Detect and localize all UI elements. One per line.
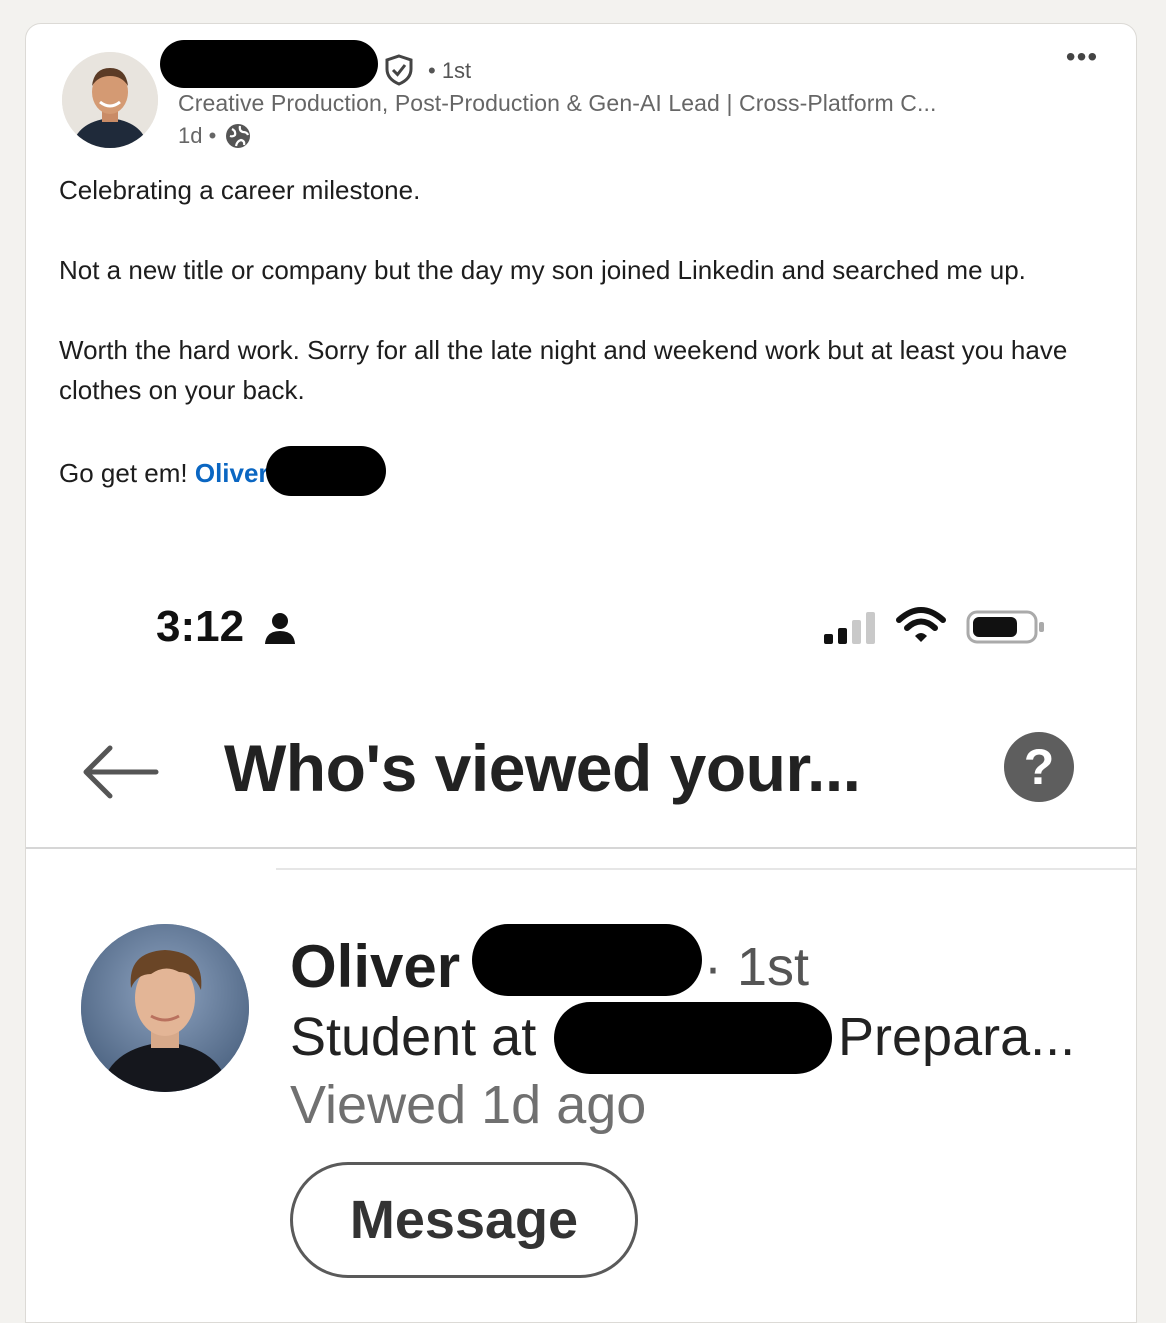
viewer-headline-end: Prepara... [838, 1007, 1076, 1067]
message-button[interactable]: Message [290, 1162, 638, 1278]
post-time: 1d • [178, 123, 217, 148]
signal-icon [824, 612, 875, 644]
divider [26, 847, 1136, 849]
help-icon[interactable]: ? [1004, 732, 1074, 802]
viewer-avatar[interactable] [81, 924, 249, 1092]
verified-shield-icon [385, 54, 413, 86]
post-card: • 1st Creative Production, Post-Producti… [25, 23, 1137, 1323]
redacted-author-name [160, 40, 378, 88]
viewer-degree: · 1st [704, 937, 810, 997]
author-degree: • 1st [428, 58, 472, 83]
post-body: Celebrating a career milestone. Not a ne… [59, 170, 1109, 540]
globe-icon [226, 124, 251, 148]
mention-link[interactable]: Oliver [195, 458, 269, 488]
status-time: 3:12 [156, 602, 245, 651]
divider [276, 868, 1136, 870]
viewed-time: Viewed 1d ago [290, 1075, 647, 1135]
post-paragraph: Celebrating a career milestone. [59, 175, 421, 205]
person-status-icon [265, 613, 295, 644]
author-headline: Creative Production, Post-Production & G… [178, 90, 937, 116]
redacted-school-name [554, 1002, 832, 1074]
post-paragraph: Not a new title or company but the day m… [59, 255, 1026, 285]
screenshot-title: Who's viewed your... [224, 731, 861, 805]
more-options-button[interactable]: ••• [1062, 43, 1102, 78]
redacted-viewer-surname [472, 924, 702, 996]
embedded-screenshot[interactable]: 3:12 Who's viewed your... ? Oliver · 1st… [26, 572, 1136, 1322]
viewer-headline: Student at [290, 1007, 537, 1067]
post-meta: 1d • [178, 122, 252, 150]
closing-text: Go get em! [59, 457, 195, 488]
wifi-icon [896, 607, 946, 642]
redacted-mention-surname [265, 446, 386, 496]
viewer-name[interactable]: Oliver [290, 932, 460, 1001]
post-paragraph: Worth the hard work. Sorry for all the l… [59, 335, 1068, 405]
author-avatar[interactable] [62, 52, 158, 148]
back-arrow-icon[interactable] [82, 744, 160, 800]
post-closing: Go get em! Oliver [59, 446, 1109, 500]
battery-icon [966, 610, 1044, 644]
